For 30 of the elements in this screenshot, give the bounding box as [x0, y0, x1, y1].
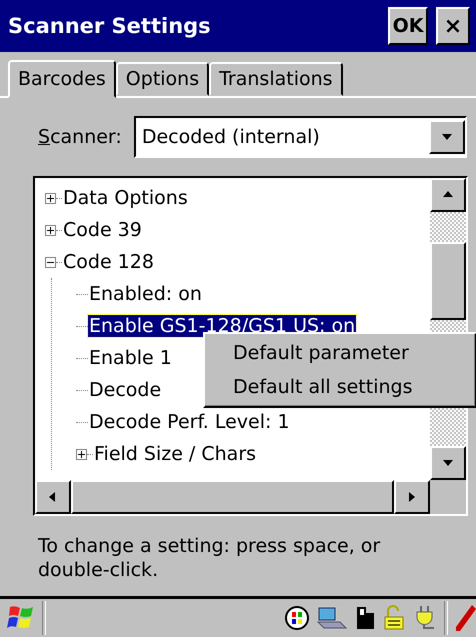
pen-icon[interactable]: [454, 603, 476, 633]
hint-text: To change a setting: press space, or double-click.: [37, 534, 382, 582]
scanner-label: Scanner:: [38, 126, 122, 148]
close-button[interactable]: ×: [436, 7, 470, 45]
expand-icon[interactable]: [45, 192, 56, 204]
tab[interactable]: Options: [116, 62, 210, 96]
expand-icon[interactable]: [45, 224, 56, 236]
tree-item[interactable]: Code 128: [62, 251, 155, 273]
menu-item[interactable]: Default parameter: [205, 336, 475, 370]
tab[interactable]: Barcodes: [8, 60, 116, 98]
tree-item[interactable]: Code 39: [62, 219, 143, 241]
ok-button[interactable]: OK: [388, 7, 428, 45]
network-icon[interactable]: [284, 605, 310, 631]
tree-item[interactable]: Decode: [88, 379, 162, 401]
window-title: Scanner Settings: [8, 14, 212, 38]
lock-icon[interactable]: [382, 605, 406, 631]
tree-item[interactable]: Enable 1: [88, 347, 173, 369]
card-icon[interactable]: [354, 605, 376, 631]
scrollbar-corner: [430, 480, 466, 514]
menu-item[interactable]: Default all settings: [205, 370, 475, 404]
collapse-icon[interactable]: [45, 256, 56, 268]
tree-item[interactable]: Data Options: [62, 187, 189, 209]
scanner-dropdown[interactable]: Decoded (internal): [134, 116, 467, 158]
tree-item[interactable]: Enabled: on: [88, 283, 203, 305]
tree-item[interactable]: Decode Perf. Level: 1: [88, 411, 291, 433]
expand-icon[interactable]: [76, 448, 87, 460]
tree-item[interactable]: Field Size / Chars: [93, 443, 258, 465]
computer-icon[interactable]: [316, 605, 348, 631]
horizontal-scrollbar[interactable]: [35, 480, 430, 514]
tab[interactable]: Translations: [209, 62, 343, 96]
